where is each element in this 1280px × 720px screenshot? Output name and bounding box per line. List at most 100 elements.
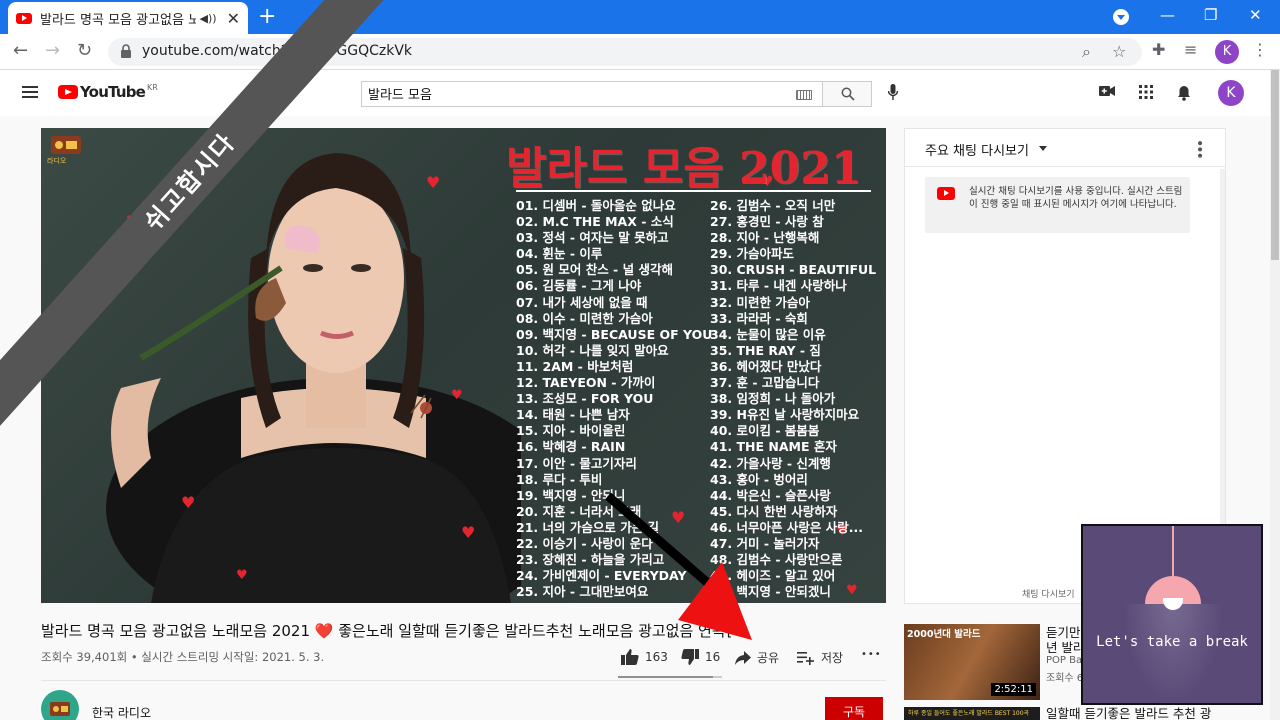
song-list-item: 05. 원 모어 찬스 - 널 생각해 — [516, 262, 673, 278]
channel-name[interactable]: 한국 라디오 — [92, 704, 151, 720]
radio-icon — [50, 702, 70, 716]
video-meta: 조회수 39,401회 • 실시간 스트리밍 시작일: 2021. 5. 3. — [41, 650, 325, 664]
song-list-item: 04. 휜눈 - 이루 — [516, 246, 603, 262]
address-bar[interactable]: youtube.com/watch?v=MfwGGQCzkVk ⌕ ☆ — [108, 38, 1142, 66]
youtube-icon — [937, 187, 955, 200]
recommendation-title[interactable]: 일할때 듣기좋은 발라드 추천 광 — [1046, 703, 1270, 720]
like-button[interactable]: 163 — [621, 649, 668, 665]
microphone-icon[interactable] — [888, 84, 898, 102]
apps-grid-icon[interactable] — [1139, 85, 1153, 99]
song-list-item: 30. CRUSH - BEAUTIFUL — [710, 262, 877, 278]
youtube-header: YouTube KR K — [0, 70, 1270, 116]
dropdown-caret-icon — [1039, 146, 1047, 151]
minimize-icon[interactable]: — — [1160, 6, 1175, 24]
share-button[interactable]: 공유 — [735, 649, 779, 666]
speaker-icon[interactable]: ◀)) — [200, 12, 217, 25]
song-list-item: 17. 이안 - 물고기자리 — [516, 455, 637, 471]
channel-avatar[interactable] — [41, 690, 79, 720]
dislike-button[interactable]: 16 — [681, 649, 720, 665]
new-tab-icon[interactable]: + — [258, 4, 276, 29]
song-list-item: 35. THE RAY - 짐 — [710, 342, 821, 358]
thumbnail-title: 발라드 모음 2021 — [506, 143, 862, 194]
window-close-icon[interactable]: ✕ — [1249, 6, 1262, 24]
like-ratio-bar — [618, 676, 722, 678]
search-box — [361, 81, 823, 107]
playlist-add-icon — [797, 651, 814, 665]
close-tab-icon[interactable]: ✕ — [227, 9, 240, 28]
song-list-item: 16. 박혜경 - RAIN — [516, 439, 626, 455]
youtube-play-icon — [58, 85, 78, 99]
share-label: 공유 — [757, 651, 780, 665]
recommendation-thumbnail[interactable]: 2000년대 발라드 2:52:11 — [904, 624, 1040, 700]
video-duration: 2:52:11 — [991, 683, 1036, 696]
song-list-item: 27. 홍경민 - 사랑 참 — [710, 214, 824, 230]
recommendation-channel[interactable]: POP Ball — [1046, 655, 1086, 666]
media-queue-icon[interactable]: ≡ — [1184, 40, 1197, 59]
forward-icon[interactable]: → — [45, 40, 60, 61]
break-text: Let's take a break — [1096, 634, 1248, 650]
tab-search-icon[interactable] — [1113, 9, 1129, 25]
zoom-icon[interactable]: ⌕ — [1082, 42, 1091, 62]
search-input[interactable] — [368, 86, 768, 101]
menu-icon[interactable] — [22, 86, 38, 98]
more-options-icon[interactable]: ••• — [1191, 139, 1207, 158]
subscribe-button[interactable]: 구독 — [825, 697, 883, 720]
song-list-item: 37. 훈 - 고맙습니다 — [710, 375, 820, 391]
youtube-logo[interactable]: YouTube KR — [58, 83, 158, 101]
browser-profile-avatar[interactable]: K — [1215, 40, 1239, 64]
song-list-item: 33. 라라라 - 숙희 — [710, 310, 808, 326]
song-list-item: 28. 지아 - 난행복해 — [710, 230, 820, 246]
browser-toolbar: ← → ↻ youtube.com/watch?v=MfwGGQCzkVk ⌕ … — [0, 34, 1280, 70]
song-list-item: 09. 백지영 - BECAUSE OF YOU — [516, 326, 713, 342]
song-list-item: 39. H유진 날 사랑하지마요 — [710, 407, 860, 423]
song-list-item: 36. 헤어졌다 만났다 — [710, 358, 822, 374]
back-icon[interactable]: ← — [13, 40, 28, 61]
heart-icon: ♥ — [181, 493, 196, 512]
logo-text: YouTube — [80, 83, 146, 101]
lamp-glow — [1123, 604, 1223, 704]
red-arrow-annotation — [605, 492, 752, 640]
browser-menu-icon[interactable]: ⋮ — [1252, 40, 1268, 59]
bookmark-star-icon[interactable]: ☆ — [1112, 42, 1126, 61]
search-button[interactable] — [822, 81, 872, 107]
song-list-item: 40. 로이킴 - 봄봄봄 — [710, 423, 820, 439]
recommendation-thumbnail[interactable]: 하루 종일 들어도 좋은노래 발라드 BEST 100곡 — [904, 707, 1040, 720]
keyboard-icon[interactable] — [796, 90, 812, 100]
extensions-icon[interactable]: ✚ — [1152, 40, 1165, 59]
search-icon — [841, 87, 855, 101]
badge-text: 라디오 — [47, 157, 67, 165]
song-list-item: 34. 눈물이 많은 이유 — [710, 326, 826, 342]
chat-notice-text: 실시간 채팅 다시보기를 사용 중입니다. 실시간 스트림이 진행 중일 때 표… — [969, 186, 1183, 210]
song-list-item: 31. 타루 - 내겐 사랑하나 — [710, 278, 847, 294]
song-list-item: 02. M.C THE MAX - 소식 — [516, 214, 674, 230]
song-list-item: 14. 태원 - 나쁜 남자 — [516, 407, 630, 423]
more-actions-button[interactable]: ••• — [861, 649, 882, 660]
lock-icon — [121, 44, 131, 58]
account-avatar[interactable]: K — [1218, 80, 1244, 106]
lamp-cord — [1172, 526, 1174, 576]
create-video-icon[interactable] — [1099, 85, 1115, 97]
song-list-item: 07. 내가 세상에 없을 때 — [516, 294, 648, 310]
song-list-item: 08. 이수 - 미련한 가슴아 — [516, 310, 653, 326]
youtube-favicon-icon — [16, 12, 32, 24]
song-list-item: 38. 임정희 - 나 돌아가 — [710, 391, 836, 407]
page-scrollbar[interactable] — [1270, 70, 1280, 720]
heart-icon: ♥ — [451, 388, 463, 403]
thumbnail-label: 하루 종일 들어도 좋은노래 발라드 BEST 100곡 — [908, 710, 1030, 717]
heart-icon: ♥ — [426, 173, 441, 192]
thumbnail-label: 2000년대 발라드 — [907, 629, 981, 640]
browser-tab[interactable]: 발라드 명곡 모음 광고없음 노래모음 ◀)) ✕ — [8, 2, 248, 34]
notifications-bell-icon[interactable] — [1177, 85, 1191, 101]
scrollbar-thumb[interactable] — [1271, 70, 1279, 260]
dislike-count: 16 — [705, 650, 721, 664]
chat-header[interactable]: 주요 채팅 다시보기 ••• — [905, 129, 1225, 167]
heart-icon: ♥ — [236, 568, 248, 583]
restore-icon[interactable]: ❐ — [1204, 6, 1217, 24]
save-button[interactable]: 저장 — [797, 649, 843, 666]
save-label: 저장 — [821, 651, 844, 665]
recommendation-title-line2[interactable]: 년 발라 — [1046, 637, 1086, 656]
reload-icon[interactable]: ↻ — [77, 40, 92, 61]
song-list-item: 03. 정석 - 여자는 말 못하고 — [516, 230, 669, 246]
heart-icon: ♥ — [461, 523, 476, 542]
thumbnail-divider — [516, 190, 871, 192]
